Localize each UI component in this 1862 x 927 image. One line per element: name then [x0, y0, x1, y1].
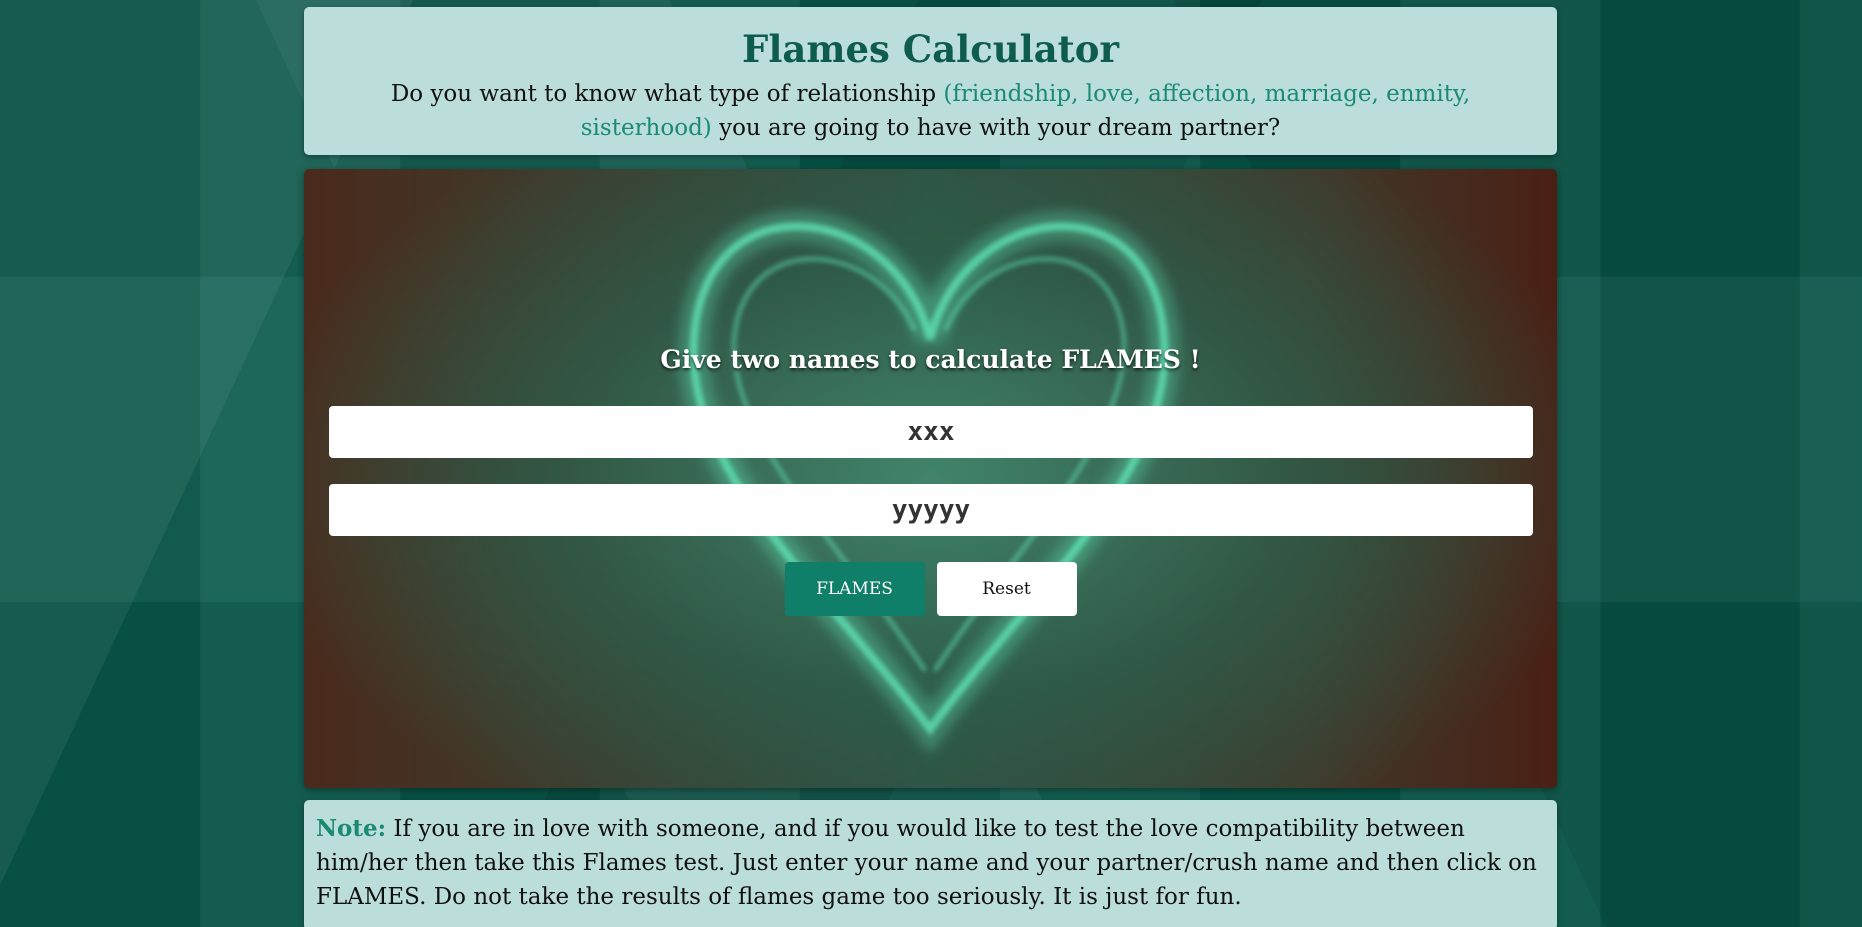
note-card: Note: If you are in love with someone, a…	[304, 800, 1557, 927]
form-prompt: Give two names to calculate FLAMES !	[660, 345, 1201, 374]
calculator-panel: Give two names to calculate FLAMES ! FLA…	[304, 169, 1557, 788]
note-text: If you are in love with someone, and if …	[316, 816, 1537, 910]
second-name-input[interactable]	[329, 484, 1533, 536]
reset-button[interactable]: Reset	[936, 562, 1077, 616]
intro-text-tail: you are going to have with your dream pa…	[711, 115, 1281, 142]
intro-text-lead: Do you want to know what type of relatio…	[390, 81, 944, 108]
header-card: Flames Calculator Do you want to know wh…	[304, 7, 1557, 155]
first-name-input[interactable]	[329, 406, 1533, 458]
intro-text: Do you want to know what type of relatio…	[374, 77, 1487, 145]
page-title: Flames Calculator	[742, 27, 1119, 71]
note-label: Note:	[316, 815, 387, 842]
flames-button[interactable]: FLAMES	[784, 562, 925, 616]
button-row: FLAMES Reset	[304, 562, 1557, 616]
smoke-heart-image	[678, 211, 1180, 754]
